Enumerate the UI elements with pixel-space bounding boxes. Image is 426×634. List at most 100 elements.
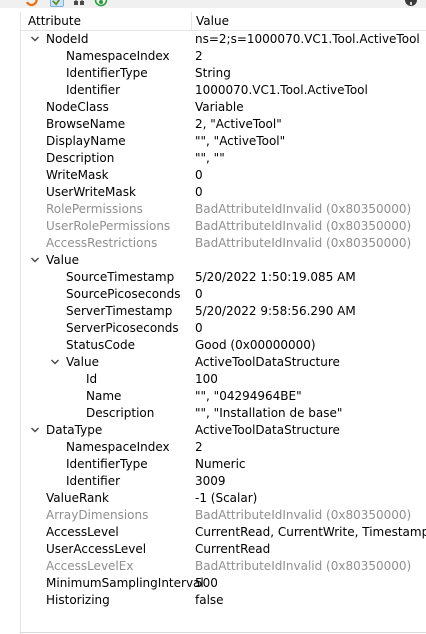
attribute-row[interactable]: NamespaceIndex 2	[21, 439, 426, 456]
attribute-row[interactable]: Name "", "04294964BE"	[21, 388, 426, 405]
attribute-name: ServerPicoseconds	[66, 321, 179, 335]
attribute-value: false	[195, 593, 224, 607]
attribute-value: 2	[195, 440, 203, 454]
attributes-grid[interactable]: Attribute Value NodeId ns=2;s=1000070.VC1…	[20, 12, 426, 634]
attribute-row[interactable]: StatusCode Good (0x00000000)	[21, 337, 426, 354]
attribute-value: 500	[195, 576, 218, 590]
attribute-rows: NodeId ns=2;s=1000070.VC1.Tool.ActiveTool…	[21, 31, 426, 609]
attribute-column-header[interactable]: Attribute	[28, 14, 81, 28]
attribute-value: 0	[195, 168, 203, 182]
attribute-name: UserRolePermissions	[46, 219, 171, 233]
attribute-name: DisplayName	[46, 134, 126, 148]
attribute-value: 5/20/2022 1:50:19.085 AM	[195, 270, 356, 284]
attribute-row[interactable]: IdentifierType Numeric	[21, 456, 426, 473]
attribute-value: ns=2;s=1000070.VC1.Tool.ActiveTool	[195, 32, 420, 46]
attribute-value: Variable	[195, 100, 244, 114]
info-icon[interactable]	[404, 0, 418, 7]
attribute-row[interactable]: NodeId ns=2;s=1000070.VC1.Tool.ActiveTool	[21, 31, 426, 48]
attribute-name: ValueRank	[46, 491, 109, 505]
attribute-row[interactable]: UserWriteMask 0	[21, 184, 426, 201]
attribute-value: 0	[195, 287, 203, 301]
attribute-value: 0	[195, 321, 203, 335]
attribute-row[interactable]: BrowseName 2, "ActiveTool"	[21, 116, 426, 133]
attribute-value: "", "ActiveTool"	[195, 134, 286, 148]
attribute-row[interactable]: ServerPicoseconds 0	[21, 320, 426, 337]
attribute-value: 2, "ActiveTool"	[195, 117, 282, 131]
attribute-value: Good (0x00000000)	[195, 338, 316, 352]
refresh-icon[interactable]	[24, 0, 38, 7]
attribute-name: ServerTimestamp	[66, 304, 173, 318]
attribute-value: 100	[195, 372, 218, 386]
chevron-down-icon[interactable]	[49, 356, 61, 368]
attribute-name: Identifier	[66, 83, 121, 97]
attribute-name: SourceTimestamp	[66, 270, 175, 284]
tree-view-icon[interactable]	[72, 0, 86, 7]
attribute-value: String	[195, 66, 231, 80]
attribute-value: Numeric	[195, 457, 246, 471]
attribute-value: BadAttributeIdInvalid (0x80350000)	[195, 202, 412, 216]
column-divider[interactable]	[191, 12, 192, 31]
attribute-name: AccessLevelEx	[46, 559, 134, 573]
attribute-row[interactable]: Description "", ""	[21, 150, 426, 167]
attribute-name: ArrayDimensions	[46, 508, 149, 522]
attribute-name: IdentifierType	[66, 66, 148, 80]
attribute-row[interactable]: UserAccessLevel CurrentRead	[21, 541, 426, 558]
grid-header: Attribute Value	[21, 12, 426, 31]
attribute-row[interactable]: SourcePicoseconds 0	[21, 286, 426, 303]
attribute-row[interactable]: Id 100	[21, 371, 426, 388]
attribute-name: UserWriteMask	[46, 185, 136, 199]
attribute-name: WriteMask	[46, 168, 109, 182]
toolbar	[0, 0, 426, 8]
attribute-row[interactable]: DataType ActiveToolDataStructure	[21, 422, 426, 439]
attribute-value: CurrentRead	[195, 542, 271, 556]
filter-toggle-icon[interactable]	[50, 0, 64, 7]
attribute-name: Value	[46, 253, 79, 267]
attribute-row[interactable]: IdentifierType String	[21, 65, 426, 82]
attribute-row[interactable]: UserRolePermissions BadAttributeIdInvalid…	[21, 218, 426, 235]
attribute-name: DataType	[46, 423, 103, 437]
attribute-row[interactable]: AccessLevel CurrentRead, CurrentWrite, Ti…	[21, 524, 426, 541]
attribute-row[interactable]: ValueRank -1 (Scalar)	[21, 490, 426, 507]
attribute-row[interactable]: AccessRestrictions BadAttributeIdInvalid …	[21, 235, 426, 252]
attribute-name: NodeClass	[46, 100, 109, 114]
attribute-row[interactable]: DisplayName "", "ActiveTool"	[21, 133, 426, 150]
attribute-row[interactable]: ArrayDimensions BadAttributeIdInvalid (0x…	[21, 507, 426, 524]
attribute-name: UserAccessLevel	[46, 542, 147, 556]
attribute-value: ActiveToolDataStructure	[195, 355, 340, 369]
attribute-row[interactable]: NamespaceIndex 2	[21, 48, 426, 65]
attribute-value: ActiveToolDataStructure	[195, 423, 340, 437]
attribute-value: 5/20/2022 9:58:56.290 AM	[195, 304, 356, 318]
attribute-name: NamespaceIndex	[66, 440, 170, 454]
attribute-value: 2	[195, 49, 203, 63]
attribute-row[interactable]: WriteMask 0	[21, 167, 426, 184]
attribute-row[interactable]: RolePermissions BadAttributeIdInvalid (0x…	[21, 201, 426, 218]
attribute-row[interactable]: Historizing false	[21, 592, 426, 609]
attribute-row[interactable]: Description "", "Installation de base"	[21, 405, 426, 422]
attribute-name: BrowseName	[46, 117, 126, 131]
attribute-value: 3009	[195, 474, 226, 488]
attribute-name: MinimumSamplingInterval	[46, 576, 204, 590]
attribute-row[interactable]: NodeClass Variable	[21, 99, 426, 116]
attribute-row[interactable]: MinimumSamplingInterval 500	[21, 575, 426, 592]
chevron-down-icon[interactable]	[29, 33, 41, 45]
attribute-name: AccessRestrictions	[46, 236, 158, 250]
attribute-row[interactable]: ServerTimestamp 5/20/2022 9:58:56.290 AM	[21, 303, 426, 320]
attribute-row[interactable]: Value	[21, 252, 426, 269]
attribute-name: IdentifierType	[66, 457, 148, 471]
chevron-down-icon[interactable]	[29, 254, 41, 266]
attribute-value: -1 (Scalar)	[195, 491, 258, 505]
value-column-header[interactable]: Value	[196, 14, 229, 28]
attribute-name: SourcePicoseconds	[66, 287, 181, 301]
attribute-row[interactable]: Identifier 1000070.VC1.Tool.ActiveTool	[21, 82, 426, 99]
attribute-value: "", "04294964BE"	[195, 389, 302, 403]
attribute-name: RolePermissions	[46, 202, 143, 216]
attribute-name: NodeId	[46, 32, 89, 46]
chevron-down-icon[interactable]	[29, 424, 41, 436]
attribute-row[interactable]: AccessLevelEx BadAttributeIdInvalid (0x80…	[21, 558, 426, 575]
attribute-name: AccessLevel	[46, 525, 119, 539]
watch-icon[interactable]	[94, 0, 108, 7]
attribute-row[interactable]: Value ActiveToolDataStructure	[21, 354, 426, 371]
attribute-value: "", ""	[195, 151, 225, 165]
attribute-row[interactable]: SourceTimestamp 5/20/2022 1:50:19.085 AM	[21, 269, 426, 286]
attribute-row[interactable]: Identifier 3009	[21, 473, 426, 490]
